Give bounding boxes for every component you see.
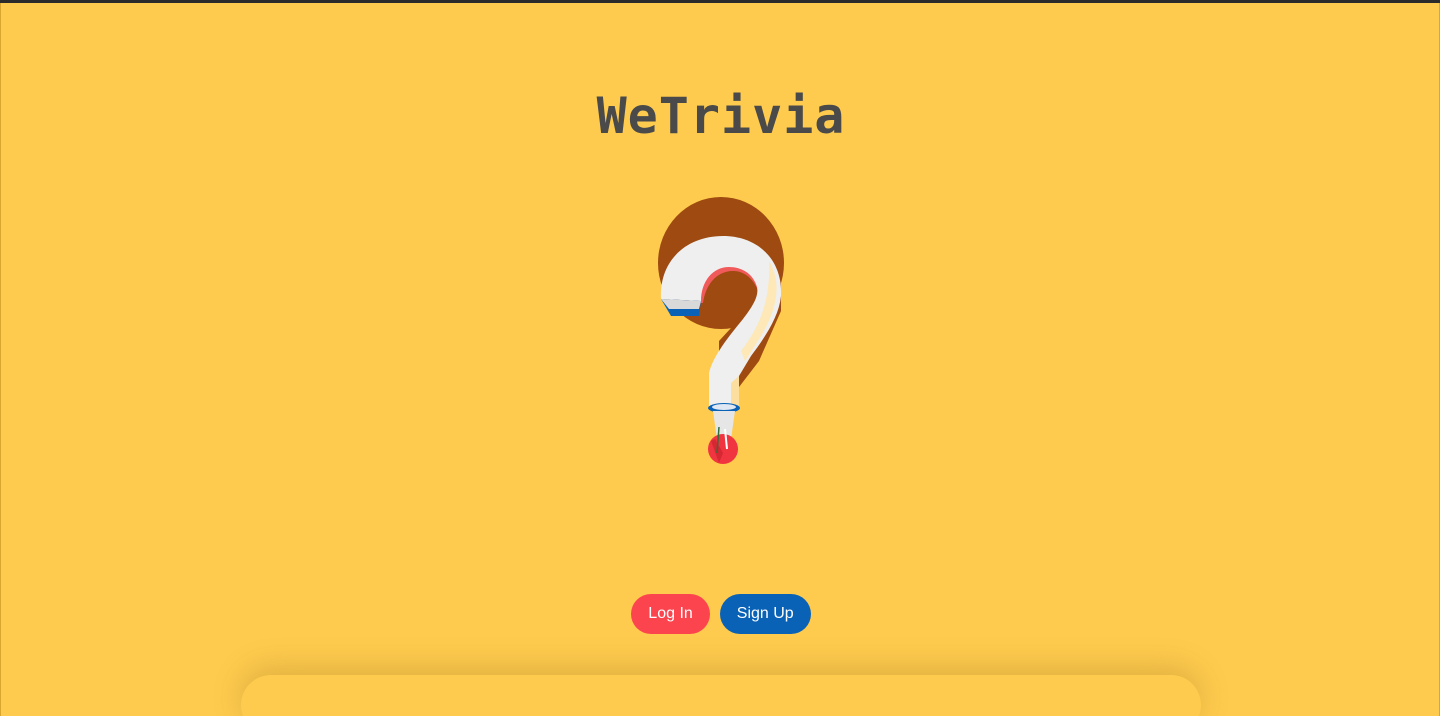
question-mark-icon — [658, 197, 784, 464]
app-title: WeTrivia — [596, 87, 846, 145]
signup-button[interactable]: Sign Up — [719, 594, 811, 634]
bottom-panel-edge — [241, 675, 1201, 716]
login-button[interactable]: Log In — [631, 594, 710, 634]
auth-actions: Log In Sign Up — [1, 594, 1439, 634]
landing-page: WeTrivia Log In Sign Up — [0, 3, 1440, 716]
